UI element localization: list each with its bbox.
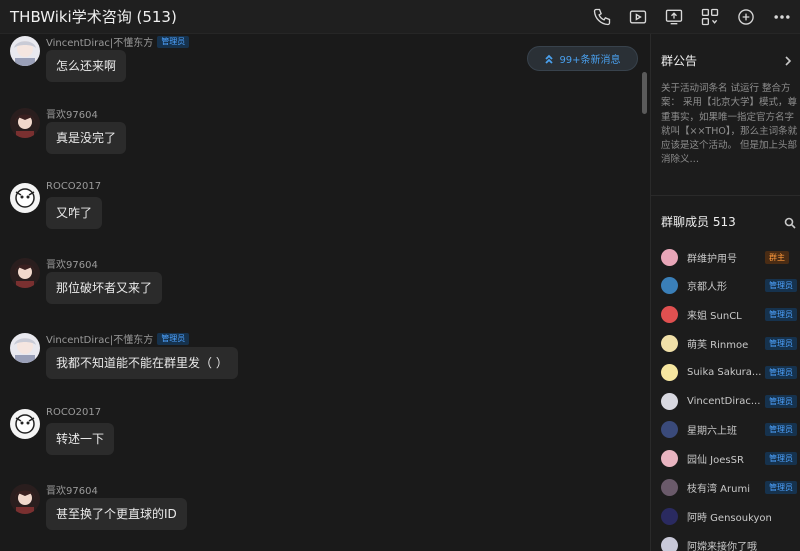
admin-badge: 管理员 [765,423,797,437]
member-name: 群维护用号 [687,253,737,265]
member-item[interactable]: 京都人形 管理员 [661,275,800,297]
sender-name[interactable]: 晋欢97604 [46,482,98,497]
more-icon[interactable] [764,0,800,34]
search-icon[interactable] [784,214,798,229]
sender-name[interactable]: VincentDirac|不懂东方 [46,331,153,346]
sender-info: 晋欢97604 [46,106,98,121]
member-name: 阿時 Gensoukyonob... [687,512,771,524]
member-name: Suika Sakura... [687,366,762,378]
phone-icon[interactable] [584,0,620,34]
chevron-right-icon[interactable] [782,52,794,66]
group-title[interactable]: THBWiki学术咨询 (513) [10,6,177,27]
sender-info: 晋欢97604 [46,256,98,271]
member-item[interactable]: 枝有湾 Arumi 管理员 [661,476,800,498]
avatar[interactable] [10,258,40,288]
divider [651,195,800,196]
member-avatar [661,478,678,496]
sender-info: 晋欢97604 [46,482,98,497]
message-bubble[interactable]: 怎么还来啊 [46,50,127,82]
message-list[interactable]: VincentDirac|不懂东方 管理员 怎么还来啊 晋欢97604 真是没完… [0,34,650,551]
member-item[interactable]: 来姐 SunCL 管理员 [661,304,800,326]
double-chevron-up-icon [545,54,554,64]
sender-info: VincentDirac|不懂东方 管理员 [46,331,190,346]
message-bubble[interactable]: 那位破坏者又来了 [46,272,163,304]
member-name: 来姐 SunCL [687,311,742,323]
message-bubble[interactable]: 我都不知道能不能在群里发（ ） [46,347,238,379]
group-side-panel: 群公告 关于活动词条名 试运行 整合方案： 采用【北京大学】模式，尊重事实，如果… [650,34,800,551]
screen-share-icon[interactable] [656,0,692,34]
sender-name[interactable]: ROCO2017 [46,181,101,192]
members-title: 群聊成员 513 [661,215,736,229]
admin-badge: 管理员 [765,394,797,408]
scrollbar[interactable] [642,72,647,114]
notice-text[interactable]: 关于活动词条名 试运行 整合方案： 采用【北京大学】模式，尊重事实，如果唯一指定… [661,82,799,168]
message-bubble[interactable]: 转述一下 [46,423,115,455]
member-avatar [661,421,678,439]
sender-info: ROCO2017 [46,407,101,418]
member-item[interactable]: Suika Sakura... 管理员 [661,361,800,383]
role-badge: 管理员 [157,332,190,345]
avatar[interactable] [10,108,40,138]
admin-badge: 管理员 [765,452,797,466]
admin-badge: 管理员 [765,480,797,494]
member-name: 阿嫦来接你了哦 [687,541,757,551]
avatar[interactable] [10,333,40,363]
sender-name[interactable]: VincentDirac|不懂东方 [46,34,153,49]
member-item[interactable]: VincentDirac... 管理员 [661,390,800,412]
video-icon[interactable] [620,0,656,34]
owner-badge: 群主 [765,250,789,264]
add-icon[interactable] [728,0,764,34]
new-messages-label: 99+条新消息 [559,55,621,66]
member-avatar [661,334,678,352]
sender-info: VincentDirac|不懂东方 管理员 [46,34,190,49]
member-avatar [661,507,678,525]
member-item[interactable]: 群维护用号 群主 [661,246,800,268]
member-avatar [661,392,678,410]
avatar[interactable] [10,484,40,514]
member-avatar [661,277,678,295]
member-name: 园仙 JoesSR [687,455,744,467]
role-badge: 管理员 [157,35,190,48]
sender-info: ROCO2017 [46,181,101,192]
avatar[interactable] [10,409,40,439]
member-item[interactable]: 阿時 Gensoukyonob... [661,505,800,527]
message-bubble[interactable]: 甚至换了个更直球的ID [46,498,187,530]
member-avatar [661,450,678,468]
new-messages-button[interactable]: 99+条新消息 [527,46,638,71]
member-item[interactable]: 星期六上班 管理员 [661,419,800,441]
admin-badge: 管理员 [765,336,797,350]
member-item[interactable]: 阿嫦来接你了哦 [661,534,800,551]
sender-name[interactable]: 晋欢97604 [46,106,98,121]
member-avatar [661,248,678,266]
sender-name[interactable]: ROCO2017 [46,407,101,418]
member-avatar [661,306,678,324]
member-avatar [661,536,678,551]
message-bubble[interactable]: 又咋了 [46,197,103,229]
member-name: VincentDirac... [687,395,761,407]
apps-icon[interactable] [692,0,728,34]
admin-badge: 管理员 [765,279,797,293]
member-name: 枝有湾 Arumi [687,483,750,495]
member-item[interactable]: 萌芙 Rinmoe 管理员 [661,332,800,354]
member-avatar [661,363,678,381]
admin-badge: 管理员 [765,308,797,322]
chat-header: THBWiki学术咨询 (513) [0,0,800,34]
message-bubble[interactable]: 真是没完了 [46,122,127,154]
avatar[interactable] [10,183,40,213]
member-item[interactable]: 园仙 JoesSR 管理员 [661,448,800,470]
notice-title[interactable]: 群公告 [661,52,697,69]
member-name: 星期六上班 [687,426,737,438]
avatar[interactable] [10,36,40,66]
header-toolbar [584,0,800,34]
member-name: 萌芙 Rinmoe [687,339,749,351]
admin-badge: 管理员 [765,365,797,379]
member-name: 京都人形 [687,282,727,294]
sender-name[interactable]: 晋欢97604 [46,256,98,271]
